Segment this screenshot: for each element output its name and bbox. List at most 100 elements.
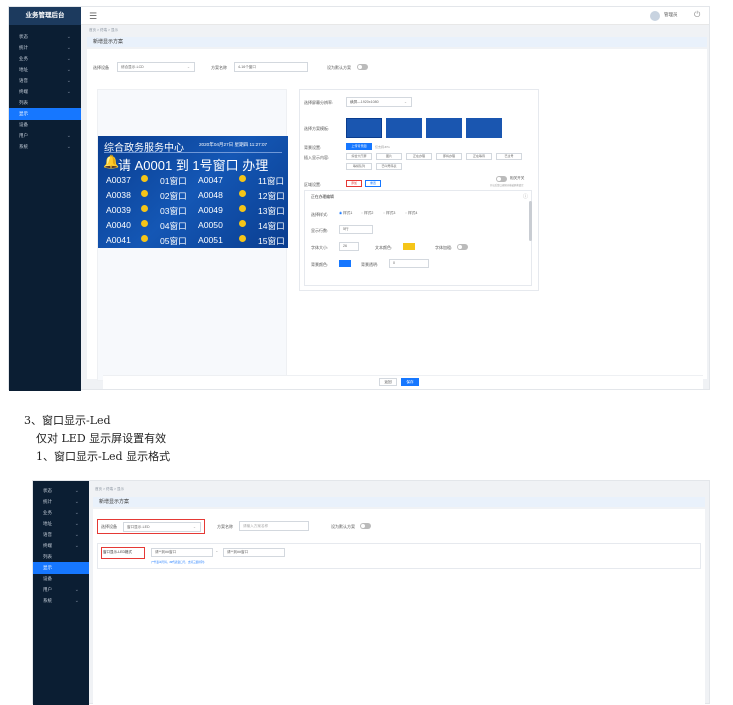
region-reset-button[interactable]: 重置 — [365, 180, 381, 187]
status-dot — [239, 220, 246, 227]
window-number: 12窗口 — [258, 191, 285, 201]
led-row: A0040 04窗口 A0050 14窗口 — [98, 220, 288, 235]
avatar[interactable] — [650, 11, 660, 21]
style-label-text: 样式1 — [343, 211, 353, 215]
sidebar-item[interactable]: 系统 ⌄ — [9, 141, 81, 153]
insert-chip-button[interactable]: 即将办理 — [436, 153, 462, 160]
insert-chip-button[interactable]: 等候队列 — [346, 163, 372, 170]
device-select-2[interactable]: 窗口显示-LED ⌄ — [123, 522, 201, 532]
sidebar-item-label: 语音 — [19, 78, 28, 83]
window-number: 03窗口 — [160, 206, 187, 216]
region-label: 区域设置: — [304, 182, 322, 187]
ticket-number: A0041 — [106, 235, 131, 245]
sidebar-item-label: 终端 — [19, 89, 28, 94]
format-label: 窗口显示-LED格式 — [103, 550, 132, 554]
save-button[interactable]: 保存 — [401, 378, 419, 386]
window-number: 14窗口 — [258, 221, 285, 231]
bold-label: 字体加粗: — [435, 245, 453, 250]
cancel-button[interactable]: 返回 — [379, 378, 397, 386]
chevron-down-icon: ⌄ — [192, 525, 196, 529]
led-row: A0038 02窗口 A0048 12窗口 — [98, 190, 288, 205]
ticket-number: A0049 — [198, 205, 223, 215]
status-dot — [239, 190, 246, 197]
ticket-number: A0039 — [106, 205, 131, 215]
bold-toggle[interactable] — [457, 244, 468, 250]
bell-icon: 🔔 — [103, 154, 120, 169]
doc-line-2: 1、窗口显示-Led 显示格式 — [36, 450, 171, 463]
insert-chip-button[interactable]: 正在等待 — [466, 153, 492, 160]
template-thumb-4[interactable] — [466, 118, 502, 138]
insert-chip-button[interactable]: 正在办理 — [406, 153, 432, 160]
style-radio[interactable]: ○ 样式3 — [383, 211, 395, 216]
name-placeholder: 请输入方案名称 — [243, 524, 269, 528]
style-label-text: 样式4 — [408, 211, 418, 215]
doc-line-1: 仅对 LED 显示屏设置有效 — [36, 432, 167, 445]
style-radio[interactable]: ○ 样式2 — [361, 211, 373, 216]
name-input-2[interactable]: 请输入方案名称 — [239, 521, 309, 531]
insert-chip-button[interactable]: 已过号 — [496, 153, 522, 160]
insert-chip-button[interactable]: 综合大厅屏 — [346, 153, 372, 160]
device-value-2: 窗口显示-LED — [127, 525, 150, 529]
device-label-2: 选择设备 — [101, 524, 117, 529]
sidebar-item-label: 设备 — [19, 122, 28, 127]
insert-label: 插入显示内容: — [304, 155, 330, 160]
resolution-select[interactable]: 横屏—1920x1080 ⌄ — [346, 97, 412, 107]
opacity-select[interactable]: 0 — [389, 259, 429, 268]
window-number: 15窗口 — [258, 236, 285, 246]
resolution-value: 横屏—1920x1080 — [350, 100, 379, 104]
divider — [104, 152, 282, 153]
name-input[interactable]: 4-16个窗口 — [234, 62, 308, 72]
sidebar-item-label: 列表 — [19, 100, 28, 105]
sidebar-item-label: 用户 — [43, 587, 52, 592]
template-thumb-3[interactable] — [426, 118, 462, 138]
ticket-number: A0040 — [106, 220, 131, 230]
form-panel-2: 选择设备 窗口显示-LED ⌄ 方案名称 请输入方案名称 设为默认方案 窗口显示-… — [93, 509, 705, 705]
doc-heading: 3、窗口显示-Led — [24, 414, 111, 427]
led-row: A0037 01窗口 A0047 11窗口 — [98, 175, 288, 190]
sidebar-2-item[interactable]: 系统 ⌄ — [33, 595, 89, 607]
breadcrumb-2: 首页 > 终端 > 显示 — [95, 487, 124, 491]
show-select[interactable]: 5行 — [339, 225, 373, 234]
partial-label: 相关开关 — [510, 176, 525, 180]
style-radio[interactable]: ○ 样式4 — [405, 211, 417, 216]
format-input-2[interactable]: 请**到##窗口 — [223, 548, 285, 557]
partial-hint: 开启后窗口编辑功能被屏幕锁定 — [490, 184, 524, 187]
editor-box: 正在办理编辑 ⓘ 选择样式: ◉ 样式1 ○ 样式2 ○ 样式3 ○ 样式4 显示行数… — [304, 190, 532, 286]
template-thumb-1[interactable] — [346, 118, 382, 138]
insert-chip-button[interactable]: 已叫号码表 — [376, 163, 402, 170]
breadcrumb: 首页 > 终端 > 显示 — [89, 28, 118, 32]
format-value-2: 请**到##窗口 — [227, 550, 249, 554]
scrollbar[interactable] — [529, 201, 532, 241]
format-hint: (**代表叫号码，##代表窗口号，支持三组排列) — [151, 561, 205, 564]
template-thumb-2[interactable] — [386, 118, 422, 138]
upload-bg-button[interactable]: 上传背景图 — [346, 143, 372, 150]
resolution-label: 选择屏幕分辨率: — [304, 100, 334, 105]
power-icon[interactable]: ⏻ — [694, 10, 700, 20]
sidebar-item-label: 显示 — [19, 111, 28, 116]
sidebar-item-label: 统计 — [43, 499, 52, 504]
device-select[interactable]: 综合显示-LCD ⌄ — [117, 62, 195, 72]
insert-chip-button[interactable]: 图片 — [376, 153, 402, 160]
bg-color-swatch[interactable] — [339, 260, 351, 267]
dash: - — [216, 549, 218, 555]
status-dot — [141, 205, 148, 212]
font-label: 字体大小: — [311, 245, 329, 250]
style-label-text: 样式3 — [386, 211, 396, 215]
style-radio[interactable]: ◉ 样式1 — [339, 211, 352, 216]
default-toggle[interactable] — [357, 64, 368, 70]
format-input-1[interactable]: 请**到##窗口 — [151, 548, 213, 557]
text-color-swatch[interactable] — [403, 243, 415, 250]
user-name[interactable]: 管理员 — [664, 12, 678, 18]
window-number: 02窗口 — [160, 191, 187, 201]
bgcolor-label: 背景颜色: — [311, 262, 329, 267]
menu-toggle-icon[interactable]: ☰ — [89, 11, 97, 21]
bg-hint: 仅支持JPG — [375, 145, 390, 149]
partial-toggle[interactable] — [496, 176, 507, 182]
opacity-value: 0 — [393, 261, 395, 265]
datetime: 2020年04月27日 星期四 11:27:07 — [199, 142, 268, 147]
font-stepper[interactable]: 26 — [339, 242, 359, 251]
default-label-2: 设为默认方案 — [331, 524, 355, 529]
region-add-button[interactable]: 添加 — [346, 180, 362, 187]
sidebar-item-label: 列表 — [43, 554, 52, 559]
default-toggle-2[interactable] — [360, 523, 371, 529]
